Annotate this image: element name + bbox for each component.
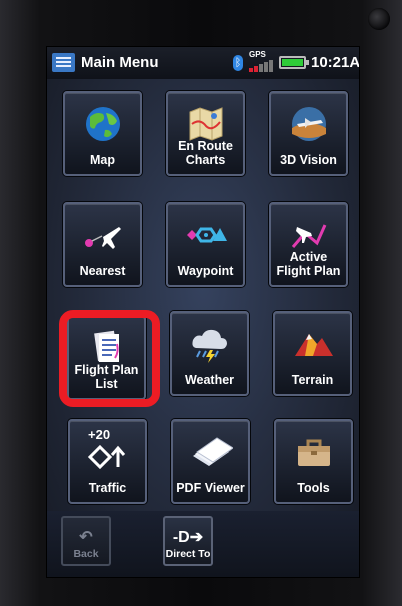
back-arrow-icon: ↶ bbox=[79, 529, 93, 546]
waypoint-button[interactable]: Waypoint bbox=[166, 202, 245, 287]
gps-label: GPS bbox=[249, 50, 266, 59]
active-flight-plan-button[interactable]: Active Flight Plan bbox=[269, 202, 348, 287]
aircraft-3d-icon bbox=[291, 107, 326, 141]
map-icon bbox=[189, 107, 222, 141]
weather-button[interactable]: Weather bbox=[170, 311, 249, 396]
status-bar: Main Menu ᛒ GPS 10:21A bbox=[47, 47, 359, 79]
flight-route-icon bbox=[291, 224, 326, 248]
terrain-button[interactable]: Terrain bbox=[273, 311, 352, 396]
menu-list-icon[interactable] bbox=[52, 53, 75, 72]
menu-label: Weather bbox=[184, 373, 235, 387]
menu-label: 3D Vision bbox=[280, 153, 337, 167]
bottom-bar: ↶ Back -D➔ Direct To bbox=[47, 511, 359, 577]
menu-label: Tools bbox=[297, 481, 330, 495]
battery-tip bbox=[306, 60, 309, 65]
direct-to-button[interactable]: -D➔ Direct To bbox=[163, 516, 213, 566]
menu-label: Nearest bbox=[79, 264, 126, 278]
globe-icon bbox=[85, 107, 120, 141]
map-button[interactable]: Map bbox=[63, 91, 142, 176]
tools-button[interactable]: Tools bbox=[274, 419, 353, 504]
menu-label: En Route Charts bbox=[178, 139, 233, 167]
menu-label: Waypoint bbox=[177, 264, 234, 278]
back-button[interactable]: ↶ Back bbox=[61, 516, 111, 566]
menu-label: Traffic bbox=[88, 481, 127, 495]
3d-vision-button[interactable]: 3D Vision bbox=[269, 91, 348, 176]
pdf-viewer-button[interactable]: PDF Viewer bbox=[171, 419, 250, 504]
page-title: Main Menu bbox=[81, 54, 159, 71]
waypoint-symbols-icon bbox=[186, 227, 227, 243]
menu-label: PDF Viewer bbox=[176, 481, 245, 495]
en-route-charts-button[interactable]: En Route Charts bbox=[166, 91, 245, 176]
traffic-icon bbox=[87, 444, 125, 470]
menu-label: Map bbox=[90, 153, 115, 167]
battery-fill bbox=[282, 59, 303, 66]
gps-signal-icon bbox=[249, 59, 273, 72]
selection-highlight bbox=[59, 310, 160, 407]
clock: 10:21A bbox=[311, 54, 359, 71]
direct-to-icon: -D➔ bbox=[172, 529, 204, 546]
bezel-light-sensor bbox=[368, 8, 390, 30]
pdf-pages-icon bbox=[192, 437, 233, 466]
direct-to-label: Direct To bbox=[165, 548, 211, 560]
battery-icon bbox=[279, 56, 306, 69]
toolbox-icon bbox=[297, 439, 330, 466]
traffic-altitude-label: +20 bbox=[88, 427, 111, 442]
nearest-button[interactable]: Nearest bbox=[63, 202, 142, 287]
back-label: Back bbox=[73, 548, 99, 560]
storm-cloud-icon bbox=[191, 329, 227, 363]
menu-label: Terrain bbox=[291, 373, 334, 387]
traffic-button[interactable]: +20 Traffic bbox=[68, 419, 147, 504]
bluetooth-icon: ᛒ bbox=[233, 55, 243, 71]
terrain-icon bbox=[294, 334, 333, 356]
menu-label: Active Flight Plan bbox=[276, 250, 341, 278]
nearest-airplane-icon bbox=[84, 227, 121, 249]
